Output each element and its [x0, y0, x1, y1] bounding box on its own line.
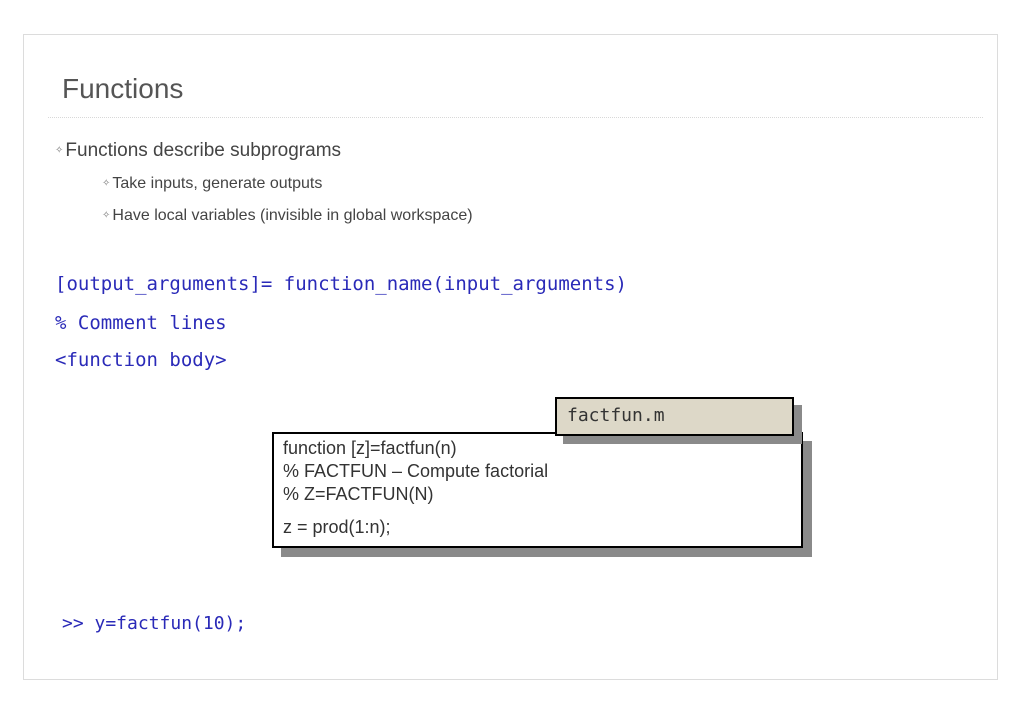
code-example-box: function [z]=factfun(n) % FACTFUN – Comp… — [272, 432, 803, 548]
bullet-text-1: Functions describe subprograms — [65, 140, 342, 161]
bullet-item-3: ✧ Have local variables (invisible in glob… — [102, 207, 473, 225]
code-gap — [283, 506, 801, 516]
file-name-label: factfun.m — [555, 397, 794, 436]
bullet-icon: ✧ — [55, 145, 64, 157]
title-divider — [48, 117, 983, 118]
bullet-item-2: ✧ Take inputs, generate outputs — [102, 175, 322, 193]
slide-title: Functions — [62, 73, 184, 104]
code-line-4: z = prod(1:n); — [283, 517, 391, 537]
code-line-3: % Z=FACTFUN(N) — [283, 484, 434, 504]
slide: Functions ✧ Functions describe subprogram… — [23, 34, 998, 680]
code-line-2: % FACTFUN – Compute factorial — [283, 461, 549, 481]
bullet-text-3: Have local variables (invisible in globa… — [112, 207, 473, 224]
bullet-text-2: Take inputs, generate outputs — [112, 175, 323, 192]
bullet-icon: ✧ — [102, 178, 111, 190]
syntax-line-comment: % Comment lines — [55, 312, 227, 334]
syntax-line-body: <function body> — [55, 349, 227, 371]
command-line: >> y=factfun(10); — [62, 613, 247, 634]
bullet-item-1: ✧ Functions describe subprograms — [55, 140, 341, 162]
bullet-icon: ✧ — [102, 210, 111, 222]
syntax-line-signature: [output_arguments]= function_name(input_… — [55, 273, 627, 295]
